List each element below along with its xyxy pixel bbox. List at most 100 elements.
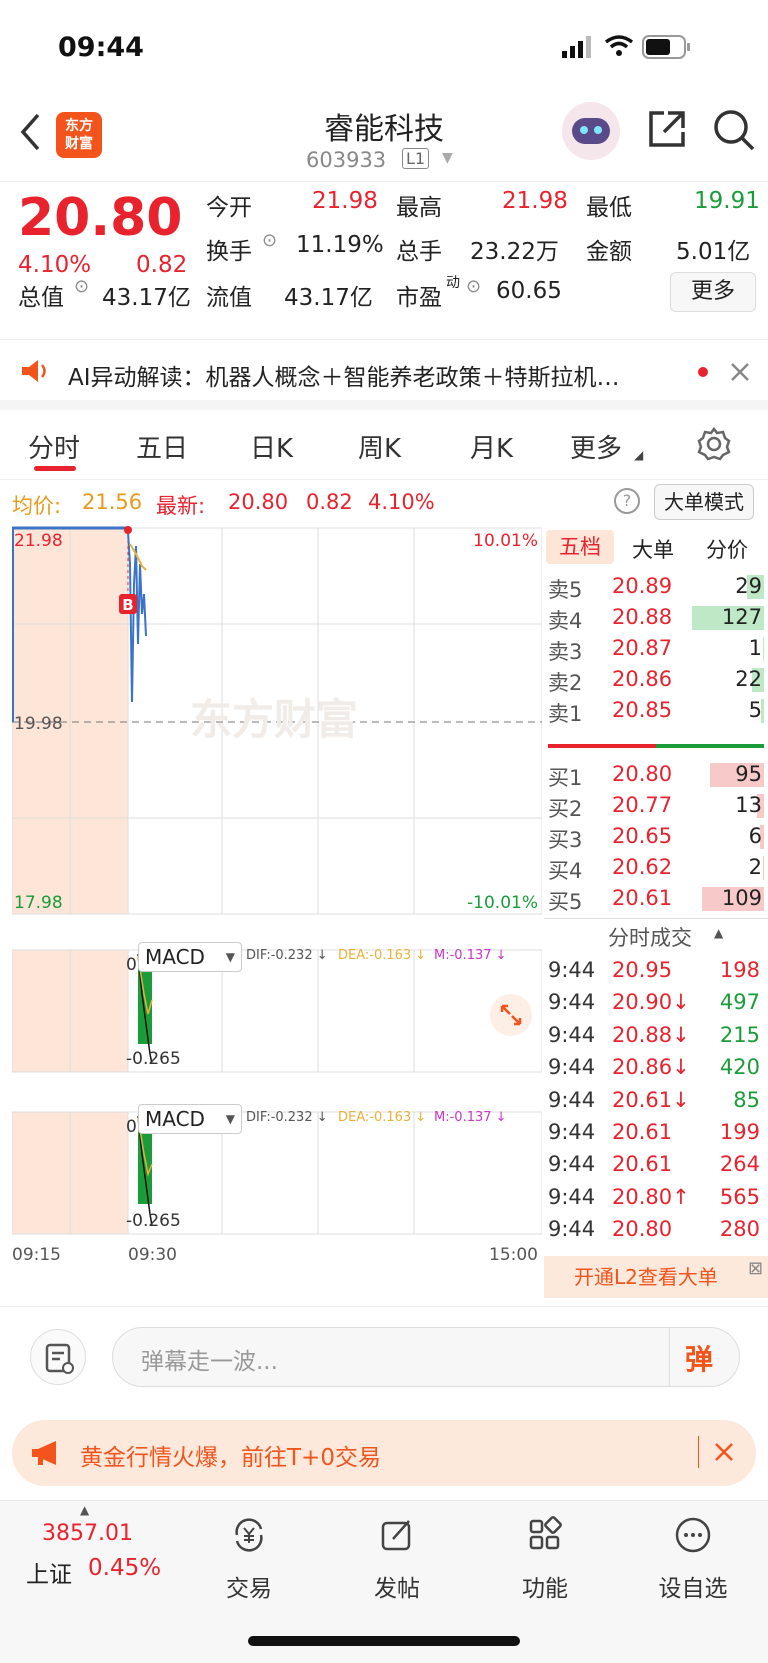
pe-value: 60.65 xyxy=(496,278,562,304)
macd-selector[interactable]: MACD ▼ xyxy=(138,942,242,972)
level-label: 卖5 xyxy=(548,578,583,602)
level-volume: 13 xyxy=(735,793,762,817)
tab-intraday[interactable]: 分时 xyxy=(28,428,80,465)
y-max-label: 21.98 xyxy=(14,531,63,551)
ai-insight-bar[interactable]: AI异动解读：机器人概念＋智能养老政策＋特斯拉机… xyxy=(0,340,768,410)
tab-daily-k[interactable]: 日K xyxy=(250,428,293,465)
low-value: 19.91 xyxy=(694,188,760,214)
macd2-dif: DIF:-0.232 ↓ xyxy=(246,1110,328,1125)
tick-price: 20.80↑ xyxy=(612,1184,690,1209)
tick-volume: 264 xyxy=(719,1152,760,1177)
macd-dea: DEA:-0.163 ↓ xyxy=(338,948,427,963)
level-label: 买2 xyxy=(548,797,583,821)
chevron-down-icon[interactable]: ▼ xyxy=(442,150,453,166)
bid-row[interactable]: 买1 20.80 95 xyxy=(544,760,764,792)
help-icon[interactable]: ? xyxy=(614,488,640,514)
tick-time: 9:44 xyxy=(548,1022,596,1047)
macd-label: MACD xyxy=(145,1107,205,1131)
caret-up-icon: ▲ xyxy=(80,1503,90,1517)
home-indicator xyxy=(248,1636,520,1646)
ask-row[interactable]: 卖2 20.86 22 xyxy=(544,665,764,697)
tick-row: 9:44 20.80 280 xyxy=(544,1215,764,1247)
more-button[interactable]: 更多 xyxy=(670,272,756,312)
big-order-mode-button[interactable]: 大单模式 xyxy=(654,484,754,520)
close-icon[interactable]: ⊠ xyxy=(748,1258,763,1279)
expand-icon[interactable] xyxy=(490,994,532,1036)
level-price: 20.62 xyxy=(612,855,673,879)
bid-row[interactable]: 买5 20.61 109 xyxy=(544,884,764,916)
bid-row[interactable]: 买4 20.62 2 xyxy=(544,853,764,885)
level-volume: 6 xyxy=(748,824,762,848)
share-icon[interactable] xyxy=(646,108,688,150)
level-label: 卖2 xyxy=(548,671,583,695)
tick-price: 20.61↓ xyxy=(612,1087,690,1112)
info-icon[interactable]: ⊙ xyxy=(466,276,481,297)
tick-row: 9:44 20.90↓ 497 xyxy=(544,988,764,1020)
chart-tabs: 分时 五日 日K 周K 月K 更多 ◢ xyxy=(0,410,768,480)
danmaku-send-button[interactable]: 弹 xyxy=(685,1338,713,1378)
ticks-title[interactable]: 分时成交 xyxy=(608,922,692,952)
level-price: 20.77 xyxy=(612,793,673,817)
close-icon[interactable] xyxy=(730,362,750,382)
speaker-icon xyxy=(22,360,46,382)
tab-five-day[interactable]: 五日 xyxy=(136,428,188,465)
tab-weekly-k[interactable]: 周K xyxy=(358,428,401,465)
tick-volume: 85 xyxy=(733,1087,760,1112)
close-icon[interactable] xyxy=(714,1442,734,1462)
tick-price: 20.88↓ xyxy=(612,1022,690,1047)
volume-bar xyxy=(763,856,764,880)
ask-strength-bar xyxy=(656,744,764,748)
macd2-bottom-label: -0.265 xyxy=(126,1211,181,1231)
more-dots-icon xyxy=(675,1517,711,1553)
chart-svg: 东方财富 B 21.98 19.98 17.98 10.01% -10.01% … xyxy=(12,526,542,1265)
tab-monthly-k[interactable]: 月K xyxy=(470,428,513,465)
ask-row[interactable]: 卖1 20.85 5 xyxy=(544,696,764,728)
level-volume: 22 xyxy=(735,667,762,691)
index-name: 上证 xyxy=(26,1562,72,1588)
ask-row[interactable]: 卖3 20.87 1 xyxy=(544,634,764,666)
tick-time: 9:44 xyxy=(548,1087,596,1112)
time-end-label: 15:00 xyxy=(489,1245,538,1265)
quote-panel: 20.80 4.10% 0.82 今开 21.98 最高 21.98 最低 19… xyxy=(0,182,768,340)
tick-row: 9:44 20.61 264 xyxy=(544,1150,764,1182)
tab-five-levels[interactable]: 五档 xyxy=(546,530,614,564)
level-badge[interactable]: L1 xyxy=(402,148,430,169)
ask-row[interactable]: 卖5 20.89 29 xyxy=(544,572,764,604)
tick-price: 20.61 xyxy=(612,1152,673,1177)
ai-insight-text: AI异动解读：机器人概念＋智能养老政策＋特斯拉机… xyxy=(68,365,620,391)
info-icon[interactable]: ⊙ xyxy=(74,276,89,297)
mcap-label: 总值 xyxy=(18,285,64,311)
notes-icon[interactable] xyxy=(30,1329,86,1385)
info-icon[interactable]: ⊙ xyxy=(262,230,277,251)
level-volume: 1 xyxy=(748,636,762,660)
pct-max-label: 10.01% xyxy=(473,531,538,551)
level-price: 20.61 xyxy=(612,886,673,910)
l2-upgrade-banner[interactable]: 开通L2查看大单 xyxy=(544,1256,768,1298)
bid-row[interactable]: 买2 20.77 13 xyxy=(544,791,764,823)
tick-price: 20.61 xyxy=(612,1120,673,1144)
tick-volume: 215 xyxy=(719,1022,760,1047)
volume-value: 23.22万 xyxy=(470,239,559,265)
bid-row[interactable]: 买3 20.65 6 xyxy=(544,822,764,854)
ask-row[interactable]: 卖4 20.88 127 xyxy=(544,603,764,635)
tick-price: 20.90↓ xyxy=(612,990,690,1015)
tab-more[interactable]: 更多 xyxy=(570,428,622,465)
intraday-chart[interactable]: 东方财富 B 21.98 19.98 17.98 10.01% -10.01% … xyxy=(12,524,542,1306)
settings-gear-icon[interactable] xyxy=(696,426,732,462)
ai-robot-icon[interactable] xyxy=(562,102,620,160)
pct-min-label: -10.01% xyxy=(467,893,538,913)
tab-price-dist[interactable]: 分价 xyxy=(706,534,748,564)
volume-label: 总手 xyxy=(396,239,442,265)
danmaku-input[interactable]: 弹幕走一波... 弹 xyxy=(112,1327,740,1387)
avg-line xyxy=(129,543,147,571)
search-icon[interactable] xyxy=(712,108,756,152)
volume-bar xyxy=(763,637,764,661)
tab-big-orders[interactable]: 大单 xyxy=(632,534,674,564)
battery-icon xyxy=(642,35,690,59)
danmaku-placeholder: 弹幕走一波... xyxy=(141,1349,278,1375)
change-value: 0.82 xyxy=(136,252,188,278)
change-pct: 4.10% xyxy=(18,252,92,278)
macd-selector-2[interactable]: MACD ▼ xyxy=(138,1104,242,1134)
float-label: 流值 xyxy=(206,285,252,311)
gold-promo-banner[interactable]: 黄金行情火爆，前往T+0交易 xyxy=(12,1420,756,1486)
